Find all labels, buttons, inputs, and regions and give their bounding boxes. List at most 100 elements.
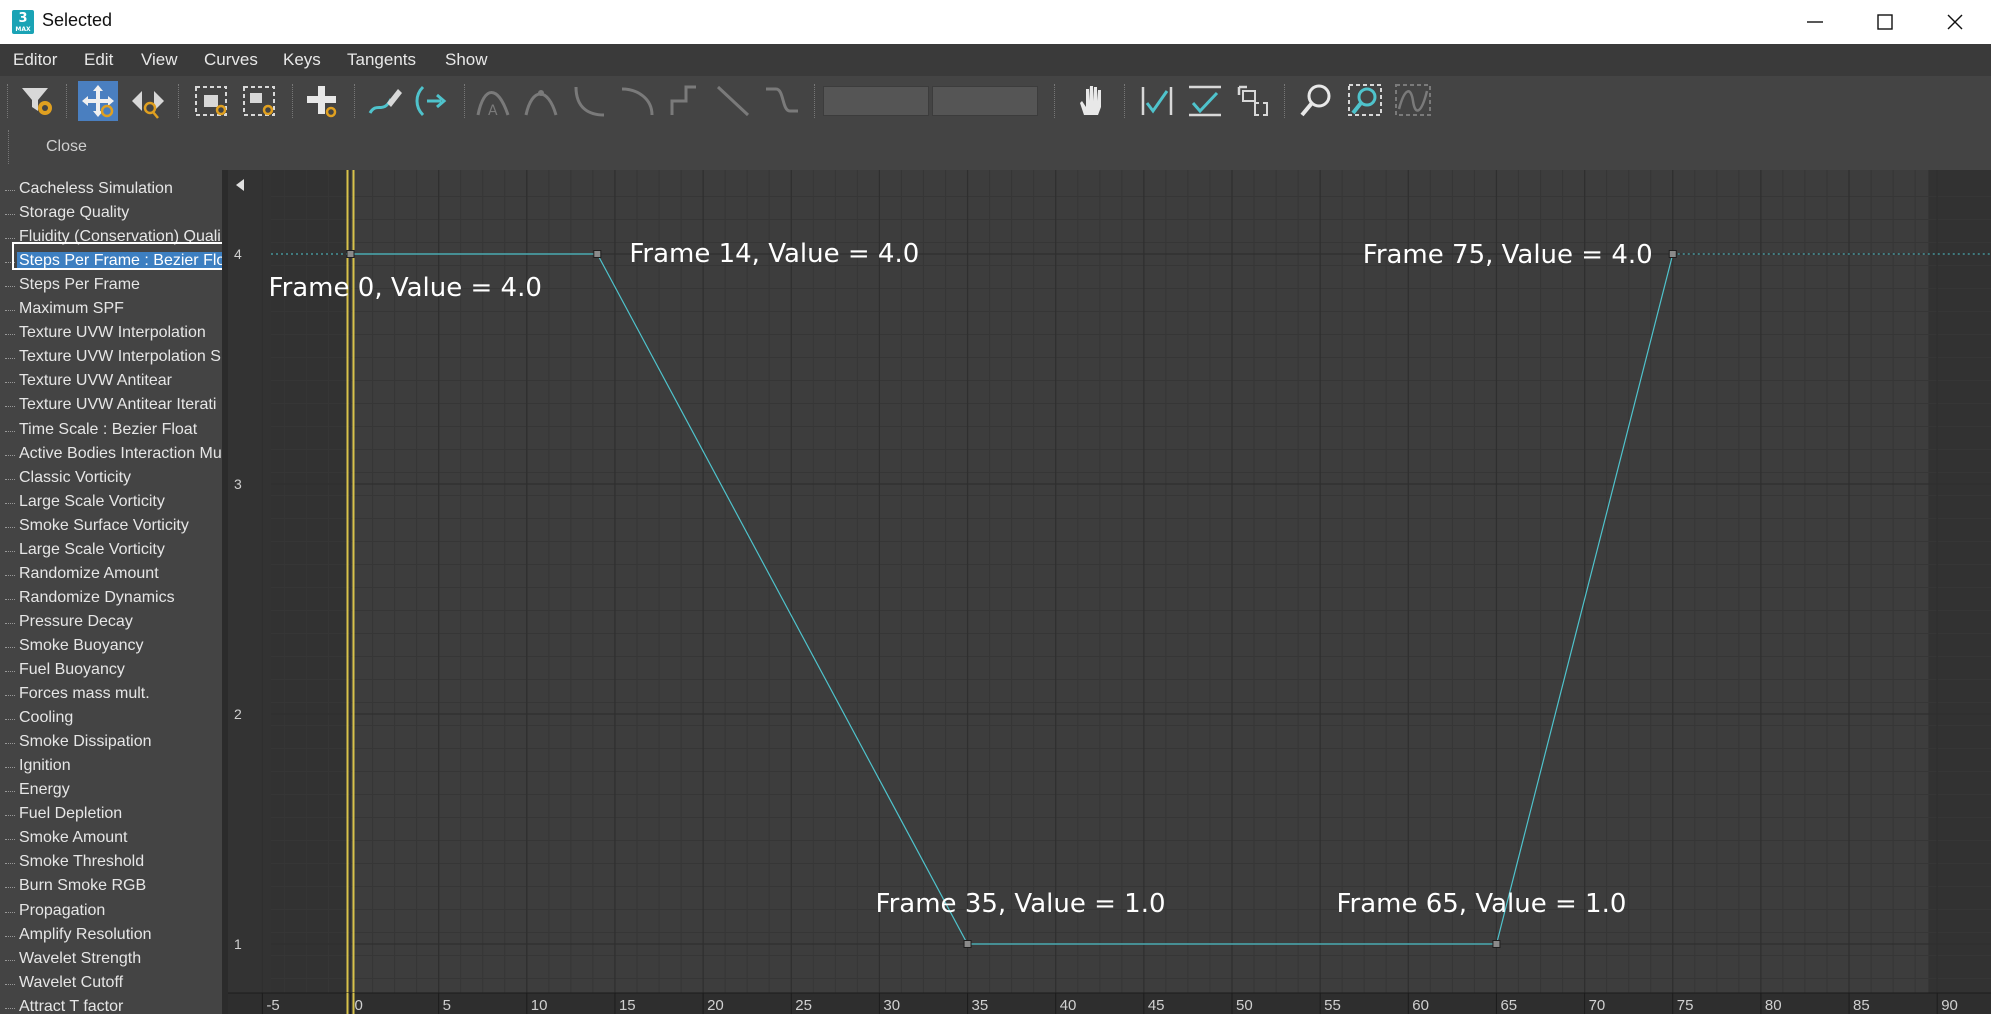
move-keys-button[interactable] (78, 81, 118, 121)
curve-editor-toolbar: A (0, 76, 1991, 126)
frame-tick-label: 80 (1765, 997, 1782, 1014)
key-annotation: Frame 65, Value = 1.0 (1336, 889, 1626, 919)
controller-label: Randomize Amount (19, 564, 159, 582)
tangent-slow-button[interactable] (618, 81, 658, 121)
isolate-curve-button[interactable] (1393, 81, 1433, 121)
tangent-step-button[interactable] (666, 81, 706, 121)
tree-branch-line (5, 743, 15, 745)
scale-values-button[interactable] (240, 81, 280, 121)
menu-keys[interactable]: Keys (283, 50, 321, 70)
reduce-keys-button[interactable] (413, 81, 453, 121)
frame-horizontal-button[interactable] (1137, 81, 1177, 121)
controller-item[interactable]: Propagation (0, 901, 222, 925)
controller-item[interactable]: Smoke Amount (0, 828, 222, 852)
curve-key[interactable] (963, 940, 972, 948)
controller-item[interactable]: Randomize Dynamics (0, 588, 222, 612)
menu-curves[interactable]: Curves (204, 50, 258, 70)
scale-keys-button[interactable] (192, 81, 232, 121)
frame-ruler[interactable] (228, 993, 1991, 1014)
filters-button[interactable] (18, 81, 58, 121)
frame-tick-label: 45 (1148, 997, 1165, 1014)
minimize-icon (1807, 21, 1823, 23)
slide-keys-button[interactable] (128, 81, 168, 121)
controller-label: Fuel Buoyancy (19, 661, 125, 678)
active-range (350, 170, 1929, 994)
app-logo-text: 3 (18, 11, 28, 26)
controller-item[interactable]: Large Scale Vorticity (0, 492, 222, 516)
controller-item[interactable]: Texture UVW Antitear (0, 371, 222, 395)
controller-item[interactable]: Wavelet Cutoff (0, 973, 222, 997)
controller-label: Smoke Amount (19, 829, 128, 847)
toolbar-separator (354, 84, 357, 118)
tree-branch-line (5, 502, 15, 504)
tree-branch-line (5, 238, 15, 240)
minimize-button[interactable] (1780, 0, 1850, 44)
curve-key[interactable] (593, 250, 602, 258)
controller-item[interactable]: Steps Per Frame (0, 275, 222, 299)
tangent-auto-button[interactable]: A (474, 81, 514, 121)
controller-item[interactable]: Smoke Surface Vorticity (0, 516, 222, 540)
controller-item[interactable]: Energy (0, 780, 222, 804)
menu-tangents[interactable]: Tangents (347, 50, 416, 70)
controller-item[interactable]: Texture UVW Antitear Iterati (0, 395, 222, 419)
zoom-region-button[interactable] (1345, 81, 1385, 121)
zoom-button[interactable] (1297, 81, 1337, 121)
tangent-spline-button[interactable] (522, 81, 562, 121)
controller-item[interactable]: Smoke Buoyancy (0, 636, 222, 660)
controller-item[interactable]: Burn Smoke RGB (0, 876, 222, 900)
controller-item[interactable]: Cacheless Simulation (0, 179, 222, 203)
close-button[interactable]: Close (46, 138, 87, 156)
controller-item[interactable]: Forces mass mult. (0, 684, 222, 708)
menu-edit[interactable]: Edit (84, 50, 113, 70)
controller-item[interactable]: Maximum SPF (0, 299, 222, 323)
controller-item[interactable]: Classic Vorticity (0, 468, 222, 492)
close-window-button[interactable] (1920, 0, 1990, 44)
controller-item[interactable]: Ignition (0, 756, 222, 780)
controller-item[interactable]: Smoke Threshold (0, 852, 222, 876)
normalize-button[interactable] (1233, 81, 1273, 121)
controller-item[interactable]: Wavelet Strength (0, 949, 222, 973)
controller-label: Randomize Dynamics (19, 588, 175, 606)
controller-item[interactable]: Attract T factor (0, 997, 222, 1014)
controller-item[interactable]: Smoke Dissipation (0, 732, 222, 756)
add-keys-button[interactable] (302, 81, 342, 121)
curve-key[interactable] (346, 250, 355, 258)
curve-graph[interactable]: Frame 0, Value = 4.0 Frame 14, Value = 4.… (228, 170, 1991, 1014)
pan-button[interactable] (1072, 81, 1112, 121)
controller-item[interactable]: Cooling (0, 708, 222, 732)
curve-graph-svg[interactable]: Frame 0, Value = 4.0 Frame 14, Value = 4.… (228, 170, 1991, 1014)
tangent-linear-button[interactable] (714, 81, 754, 121)
maximize-button[interactable] (1850, 0, 1920, 44)
tangent-fast-button[interactable] (570, 81, 610, 121)
controller-item[interactable]: Texture UVW Interpolation S (0, 347, 222, 371)
menu-show[interactable]: Show (445, 50, 488, 70)
tangent-auto-icon: A (476, 91, 510, 119)
controller-item[interactable]: Fuel Buoyancy (0, 660, 222, 684)
frame-tick-label: 15 (619, 997, 636, 1014)
controller-item[interactable]: Fuel Depletion (0, 804, 222, 828)
controller-label: Large Scale Vorticity (19, 540, 165, 558)
tangent-smooth-button[interactable] (762, 81, 802, 121)
controller-item[interactable]: Time Scale : Bezier Float (0, 420, 222, 444)
draw-curves-button[interactable] (365, 81, 405, 121)
key-value-field[interactable] (932, 86, 1038, 116)
title-bar: 3 MAX Selected (0, 0, 1991, 44)
controller-label: Forces mass mult. (19, 685, 150, 703)
frame-values-button[interactable] (1185, 81, 1225, 121)
frame-tick-label: 70 (1589, 997, 1606, 1014)
tree-branch-line (5, 406, 15, 408)
controller-item[interactable]: Pressure Decay (0, 612, 222, 636)
controller-item[interactable]: Texture UVW Interpolation (0, 323, 222, 347)
controller-item[interactable]: Amplify Resolution (0, 925, 222, 949)
controller-item[interactable]: Large Scale Vorticity (0, 540, 222, 564)
curve-key[interactable] (1492, 940, 1501, 948)
menu-view[interactable]: View (141, 50, 178, 70)
curve-key[interactable] (1668, 250, 1677, 258)
menu-editor[interactable]: Editor (13, 50, 57, 70)
controller-label: Texture UVW Interpolation S (19, 348, 221, 366)
controller-label: Active Bodies Interaction Mu (19, 444, 222, 462)
controller-item[interactable]: Randomize Amount (0, 564, 222, 588)
key-frame-field[interactable] (823, 86, 929, 116)
controller-item[interactable]: Storage Quality (0, 203, 222, 227)
controller-item[interactable]: Active Bodies Interaction Mu (0, 444, 222, 468)
